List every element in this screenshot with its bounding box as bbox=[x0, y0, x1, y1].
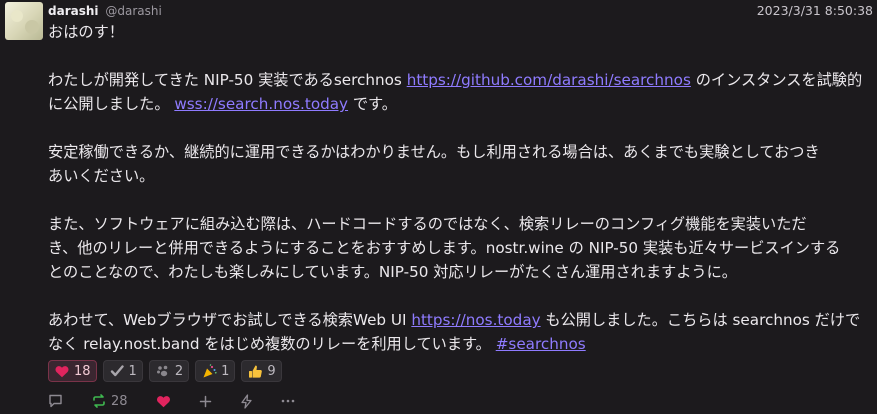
reply-button[interactable] bbox=[48, 394, 63, 408]
reaction-count: 1 bbox=[221, 363, 230, 379]
thumbs-up-icon bbox=[247, 363, 263, 379]
text-span: あわせて、Webブラウザでお試しできる検索Web UI bbox=[48, 311, 412, 329]
paragraph-4-line-1: あわせて、Webブラウザでお試しできる検索Web UI https://nos.… bbox=[48, 308, 876, 332]
reply-icon bbox=[48, 394, 63, 408]
text-span: わたしが開発してきた NIP-50 実装であるserchnos bbox=[48, 71, 407, 89]
paragraph-2-line-1: 安定稼働できるか、継続的に運用できるかはわかりません。もし利用される場合は、あく… bbox=[48, 143, 820, 161]
paragraph-1-line-1: わたしが開発してきた NIP-50 実装であるserchnos https://… bbox=[48, 68, 876, 92]
reaction-thumbs-up[interactable]: 9 bbox=[241, 360, 282, 382]
check-icon bbox=[109, 363, 125, 379]
relay-link[interactable]: wss://search.nos.today bbox=[174, 95, 348, 113]
reaction-count: 9 bbox=[267, 363, 276, 379]
more-icon bbox=[281, 399, 295, 403]
reaction-check[interactable]: 1 bbox=[102, 360, 143, 382]
plus-icon bbox=[199, 395, 212, 408]
web-ui-link[interactable]: https://nos.today bbox=[411, 311, 540, 329]
reactions-bar: 18 1 2 1 9 bbox=[48, 360, 282, 382]
text-span: なく relay.nost.band をはじめ複数のリレーを利用しています。 bbox=[48, 335, 496, 353]
greeting-text: おはのす！ bbox=[48, 23, 124, 41]
paragraph-2-line-2: あいください。 bbox=[48, 167, 155, 185]
zap-icon bbox=[240, 393, 253, 409]
reaction-count: 2 bbox=[174, 363, 184, 379]
reaction-heart[interactable]: 18 bbox=[48, 360, 97, 382]
github-link[interactable]: https://github.com/darashi/searchnos bbox=[407, 71, 691, 89]
heart-icon bbox=[156, 395, 171, 408]
text-span: も公開しました。こちらは searchnos だけで bbox=[540, 311, 861, 329]
repost-count: 28 bbox=[111, 393, 128, 409]
reaction-paw[interactable]: 2 bbox=[148, 360, 190, 382]
like-button[interactable] bbox=[156, 395, 171, 408]
party-popper-icon bbox=[201, 363, 217, 379]
username[interactable]: @darashi bbox=[105, 4, 161, 18]
repost-button[interactable]: 28 bbox=[91, 394, 128, 409]
hashtag-link[interactable]: #searchnos bbox=[496, 335, 586, 353]
paragraph-4-line-2: なく relay.nost.band をはじめ複数のリレーを利用しています。 #… bbox=[48, 332, 876, 356]
text-span: に公開しました。 bbox=[48, 95, 175, 113]
paragraph-3-line-3: とのことなので、わたしも楽しみにしています。NIP-50 対応リレーがたくさん運… bbox=[48, 263, 737, 281]
reaction-count: 1 bbox=[128, 363, 137, 379]
more-button[interactable] bbox=[281, 399, 295, 403]
reaction-party[interactable]: 1 bbox=[195, 360, 236, 382]
action-bar: 28 bbox=[48, 392, 323, 410]
note-card: darashi @darashi 2023/3/31 8:50:38 おはのす！… bbox=[0, 0, 877, 414]
paw-icon bbox=[155, 363, 171, 379]
reaction-count: 18 bbox=[74, 363, 91, 379]
repost-icon bbox=[91, 394, 107, 408]
heart-icon bbox=[54, 363, 70, 379]
paragraph-3-line-2: き、他のリレーと併用できるようにすることをおすすめします。nostr.wine … bbox=[48, 239, 841, 257]
display-name[interactable]: darashi bbox=[48, 4, 99, 18]
text-span: です。 bbox=[348, 95, 397, 113]
note-header: darashi @darashi 2023/3/31 8:50:38 bbox=[48, 3, 873, 19]
avatar[interactable] bbox=[5, 2, 43, 40]
zap-button[interactable] bbox=[240, 393, 253, 409]
text-span: のインスタンスを試験的 bbox=[690, 71, 863, 89]
note-content: おはのす！ わたしが開発してきた NIP-50 実装であるserchnos ht… bbox=[48, 20, 876, 356]
timestamp[interactable]: 2023/3/31 8:50:38 bbox=[757, 3, 873, 19]
paragraph-1-line-2: に公開しました。 wss://search.nos.today です。 bbox=[48, 92, 876, 116]
add-reaction-button[interactable] bbox=[199, 395, 212, 408]
paragraph-3-line-1: また、ソフトウェアに組み込む際は、ハードコードするのではなく、検索リレーのコンフ… bbox=[48, 215, 807, 233]
